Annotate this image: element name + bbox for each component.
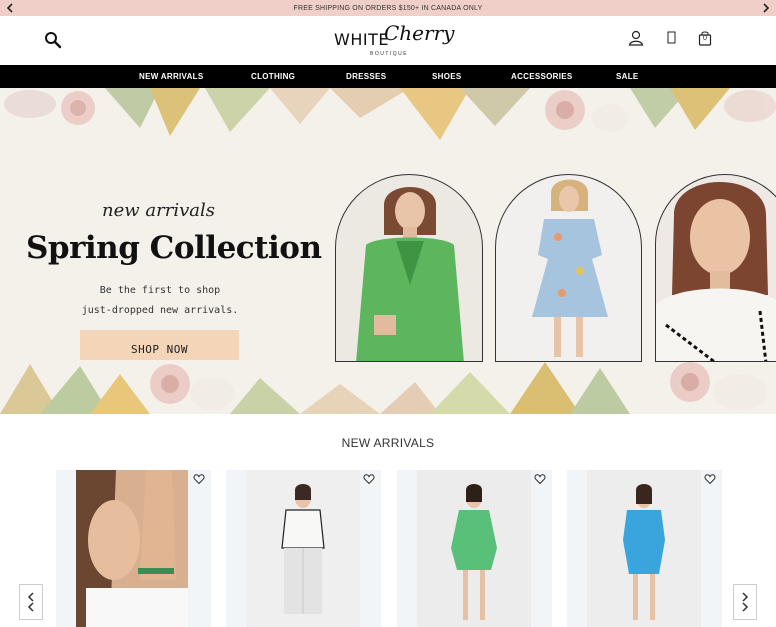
- chevron-left-icon: [6, 3, 13, 13]
- product-card[interactable]: [56, 470, 211, 627]
- announcement-bar: FREE SHIPPING ON ORDERS $150+ IN CANADA …: [0, 0, 776, 16]
- hero-image-floral-dress: [495, 174, 642, 362]
- product-image-green-dress: [397, 470, 552, 627]
- account-button[interactable]: [628, 30, 646, 48]
- product-card[interactable]: [567, 470, 722, 627]
- product-image-bracelet: [56, 470, 211, 627]
- product-wishlist-button[interactable]: [704, 472, 718, 486]
- heart-icon: [363, 474, 375, 485]
- hero-image-tweed-jacket: [655, 174, 776, 362]
- announcement-next-button[interactable]: [758, 0, 774, 16]
- nav-item-new-arrivals[interactable]: NEW ARRIVALS: [139, 65, 204, 88]
- product-card[interactable]: [226, 470, 381, 627]
- hero-eyebrow: new arrivals: [102, 200, 215, 221]
- wishlist-icon: [667, 31, 676, 44]
- logo-word-white: WHITE: [334, 30, 389, 49]
- site-header: WHITE Cherry BOUTIQUE 0: [0, 16, 776, 65]
- product-wishlist-button[interactable]: [534, 472, 548, 486]
- model-tweed-jacket-illustration: [656, 182, 776, 361]
- cart-button[interactable]: 0: [698, 30, 716, 48]
- heart-icon: [534, 474, 546, 485]
- chevron-right-icon: [742, 592, 749, 602]
- heart-icon: [193, 474, 205, 485]
- nav-item-accessories[interactable]: ACCESSORIES: [511, 65, 573, 88]
- chevron-right-icon: [742, 602, 749, 612]
- floral-decoration-bottom: [0, 362, 766, 414]
- wishlist-button[interactable]: [665, 30, 683, 48]
- product-wishlist-button[interactable]: [363, 472, 377, 486]
- model-floral-dress-illustration: [532, 179, 608, 357]
- site-logo[interactable]: WHITE Cherry BOUTIQUE: [332, 21, 454, 61]
- chevron-left-icon: [27, 592, 34, 602]
- carousel-next-button[interactable]: [733, 584, 757, 620]
- hero-image-green-blazer: [335, 174, 483, 362]
- cart-count: 0: [703, 35, 707, 42]
- logo-word-boutique: BOUTIQUE: [370, 51, 409, 57]
- hero-banner[interactable]: new arrivals Spring Collection Be the fi…: [0, 88, 776, 414]
- nav-item-sale[interactable]: SALE: [616, 65, 639, 88]
- account-icon: [628, 30, 644, 46]
- nav-item-clothing[interactable]: CLOTHING: [251, 65, 295, 88]
- product-image-white-jacket: [226, 470, 381, 627]
- announcement-text: FREE SHIPPING ON ORDERS $150+ IN CANADA …: [293, 4, 483, 12]
- hero-subtitle-line-1: Be the first to shop: [99, 285, 221, 296]
- product-wishlist-button[interactable]: [193, 472, 207, 486]
- new-arrivals-title: NEW ARRIVALS: [341, 436, 435, 450]
- hero-title: Spring Collection: [26, 230, 322, 266]
- heart-icon: [704, 474, 716, 485]
- product-card[interactable]: [397, 470, 552, 627]
- chevron-left-icon: [27, 602, 34, 612]
- search-icon: [45, 32, 62, 49]
- product-image-blue-dress: [567, 470, 722, 627]
- chevron-right-icon: [763, 3, 770, 13]
- hero-subtitle-line-2: just-dropped new arrivals.: [81, 305, 239, 316]
- shop-now-button[interactable]: SHOP NOW: [80, 330, 239, 360]
- hero-subtitle: Be the first to shop just-dropped new ar…: [62, 281, 258, 321]
- floral-decoration-top: [4, 88, 776, 140]
- main-nav: NEW ARRIVALS CLOTHING DRESSES SHOES ACCE…: [0, 65, 776, 88]
- logo-word-cherry: Cherry: [384, 21, 455, 45]
- announcement-prev-button[interactable]: [2, 0, 18, 16]
- nav-item-shoes[interactable]: SHOES: [432, 65, 462, 88]
- model-green-blazer-illustration: [356, 187, 464, 361]
- nav-item-dresses[interactable]: DRESSES: [346, 65, 386, 88]
- search-button[interactable]: [44, 31, 64, 51]
- carousel-prev-button[interactable]: [19, 584, 43, 620]
